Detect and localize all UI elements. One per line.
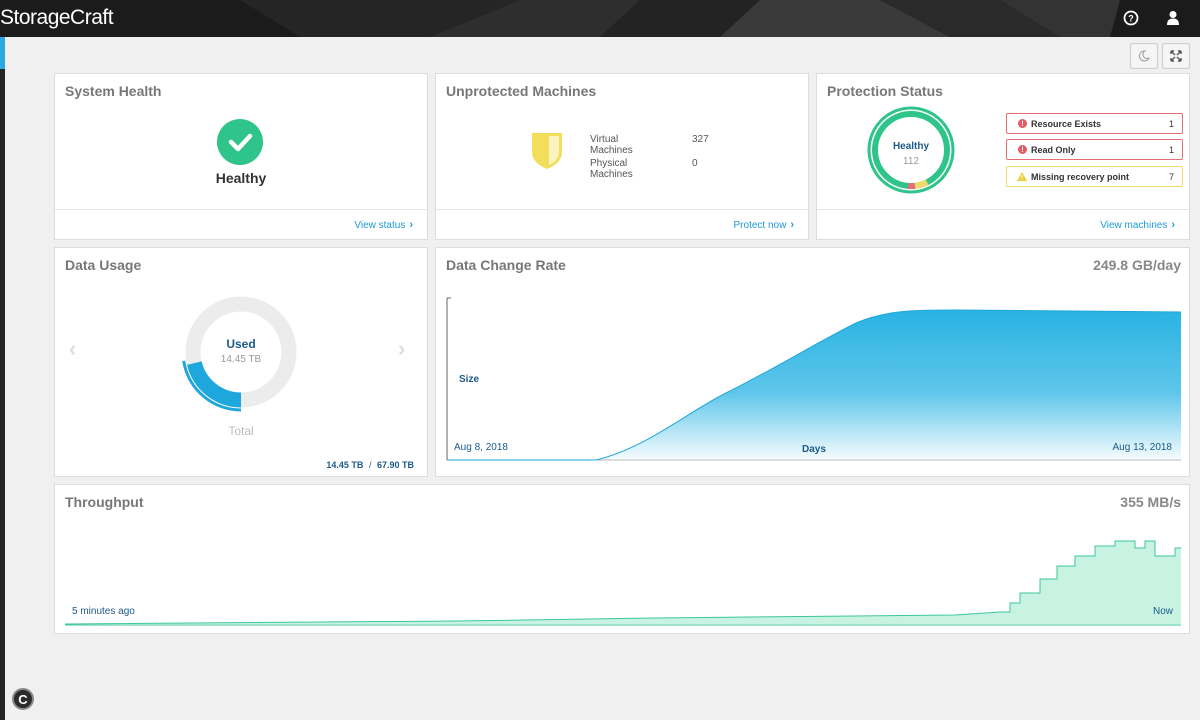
- chevron-left-icon[interactable]: ‹: [69, 336, 76, 362]
- data-usage-summary: 14.45 TB / 67.90 TB: [326, 460, 414, 470]
- total-label: Total: [228, 424, 254, 438]
- checkmark-circle-icon: [217, 119, 263, 165]
- data-usage-card: Data Usage ‹ › Used 14.45 TB Total 14.45…: [54, 247, 428, 477]
- row-label: Virtual Machines: [590, 134, 633, 156]
- x-start-label: Aug 8, 2018: [454, 442, 508, 453]
- view-status-link[interactable]: View status ›: [354, 219, 413, 231]
- link-label: View machines: [1100, 219, 1168, 231]
- copyright-icon[interactable]: C: [12, 688, 34, 710]
- card-footer: View status ›: [55, 209, 427, 239]
- area-fill: [447, 310, 1181, 460]
- chevron-right-icon: ›: [1171, 219, 1175, 231]
- donut-center-value: 112: [903, 156, 919, 167]
- card-title: Unprotected Machines: [446, 83, 597, 99]
- row-value: 327: [692, 134, 709, 145]
- used-value: 14.45 TB: [220, 354, 262, 365]
- header-background: [240, 0, 1120, 37]
- night-mode-button[interactable]: [1130, 43, 1158, 69]
- alert-label: Resource Exists: [1031, 118, 1102, 129]
- card-title: Protection Status: [827, 83, 943, 99]
- chevron-right-icon[interactable]: ›: [398, 336, 405, 362]
- throughput-card: Throughput 355 MB/s 5 minutes ago Now: [54, 484, 1190, 634]
- alert-count: 1: [1168, 118, 1174, 129]
- summary-used: 14.45 TB: [326, 460, 364, 470]
- error-circle-icon: [1015, 119, 1029, 128]
- app-logo[interactable]: StorageCraft: [0, 6, 114, 30]
- user-icon[interactable]: [1164, 9, 1182, 27]
- top-header: StorageCraft ?: [0, 0, 1200, 37]
- card-title: Data Usage: [65, 257, 142, 273]
- sidebar-active-indicator: [0, 37, 5, 69]
- donut-center-label: Healthy: [892, 141, 930, 152]
- unprotected-machines-card: Unprotected Machines Virtual Machines 32…: [435, 73, 809, 240]
- moon-icon: [1138, 50, 1150, 62]
- x-axis-label: Days: [802, 444, 826, 455]
- chevron-right-icon: ›: [409, 219, 413, 231]
- left-sidebar-rail: [0, 37, 5, 720]
- summary-separator: /: [368, 460, 372, 470]
- alert-count: 1: [1168, 144, 1174, 155]
- shield-icon: [532, 133, 562, 169]
- error-circle-icon: [1015, 145, 1029, 154]
- link-label: Protect now: [733, 219, 787, 231]
- y-axis-label: Size: [459, 374, 480, 385]
- alert-label: Missing recovery point: [1031, 171, 1130, 182]
- health-status-label: Healthy: [215, 170, 267, 186]
- used-label: Used: [226, 337, 256, 351]
- svg-text:?: ?: [1128, 14, 1134, 24]
- card-footer: Protect now ›: [436, 209, 808, 239]
- x-end-label: Now: [1152, 606, 1173, 617]
- link-label: View status: [354, 219, 406, 231]
- protect-now-link[interactable]: Protect now ›: [734, 219, 794, 231]
- system-health-card: System Health Healthy View status ›: [54, 73, 428, 240]
- chevron-right-icon: ›: [790, 219, 794, 231]
- x-start-label: 5 minutes ago: [72, 606, 135, 617]
- card-title: System Health: [65, 83, 162, 99]
- x-end-label: Aug 13, 2018: [1112, 442, 1173, 453]
- protection-status-card: Protection Status Healthy 112 Resource E…: [816, 73, 1190, 240]
- alert-count: 7: [1168, 171, 1174, 182]
- fullscreen-button[interactable]: [1162, 43, 1190, 69]
- alert-missing-recovery-point[interactable]: Missing recovery point 7: [1006, 166, 1183, 187]
- expand-icon: [1170, 50, 1182, 62]
- throughput-fill: [65, 541, 1181, 624]
- summary-total: 67.90 TB: [376, 460, 414, 470]
- row-value: 0: [692, 158, 698, 169]
- alert-resource-exists[interactable]: Resource Exists 1: [1006, 113, 1183, 134]
- throughput-step-chart: [64, 540, 1181, 626]
- alert-read-only[interactable]: Read Only 1: [1006, 139, 1183, 160]
- data-change-rate-card: Data Change Rate 249.8 GB/day Size Aug 8…: [435, 247, 1190, 477]
- warning-triangle-icon: [1015, 172, 1029, 181]
- card-footer: View machines ›: [817, 209, 1189, 239]
- help-circle-icon[interactable]: ?: [1122, 9, 1140, 27]
- view-machines-link[interactable]: View machines ›: [1100, 219, 1175, 231]
- row-label: Physical Machines: [590, 158, 633, 180]
- alert-label: Read Only: [1031, 144, 1076, 155]
